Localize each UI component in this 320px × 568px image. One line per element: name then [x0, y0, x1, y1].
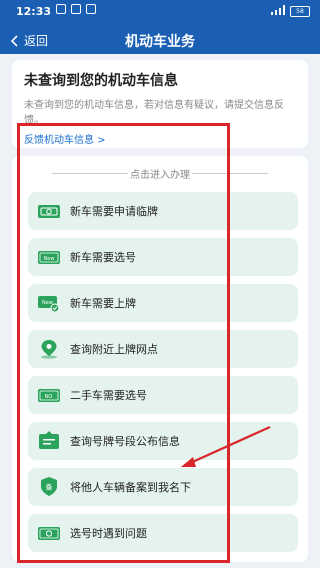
status-time: 12:33 [16, 5, 52, 18]
service-label: 将他人车辆备案到我名下 [70, 481, 191, 494]
service-label: 新车需要上牌 [70, 297, 136, 310]
svg-text:New: New [42, 300, 53, 306]
new-plate-check-icon: New [38, 296, 60, 313]
feedback-link[interactable]: 反馈机动车信息 > [24, 131, 106, 146]
service-label: 新车需要选号 [70, 251, 136, 264]
plate-number-icon: NO. [38, 389, 60, 402]
new-plate-icon: New [38, 251, 60, 264]
service-label: 新车需要申请临牌 [70, 205, 158, 218]
svg-text:New: New [44, 256, 55, 262]
temp-plate-icon [38, 205, 60, 218]
services-card: 点击进入办理 新车需要申请临牌 New 新车需要选号 New 新车需要上牌 查询… [12, 156, 308, 562]
service-item-transfer-record[interactable]: 备 将他人车辆备案到我名下 [28, 468, 298, 506]
info-heading: 未查询到您的机动车信息 [24, 73, 178, 89]
record-shield-icon: 备 [41, 477, 57, 496]
service-label: 二手车需要选号 [70, 389, 147, 402]
status-bar: 12:33 58 [0, 0, 320, 24]
notification-icon [86, 4, 96, 14]
signal-icon [271, 5, 285, 18]
service-item-plate-issue[interactable]: 选号时遇到问题 [28, 514, 298, 552]
battery-level: 58 [296, 8, 304, 15]
svg-text:备: 备 [46, 483, 53, 492]
service-item-new-plate-select[interactable]: New 新车需要选号 [28, 238, 298, 276]
section-title: 点击进入办理 [12, 166, 308, 181]
main-content: 未查询到您的机动车信息 未查询到您的机动车信息，若对信息有疑议，请提交信息反馈。… [0, 54, 320, 568]
info-body: 未查询到您的机动车信息，若对信息有疑议，请提交信息反馈。 [24, 100, 284, 126]
svg-text:NO.: NO. [44, 394, 53, 400]
notification-icons [56, 4, 96, 14]
service-label: 查询号牌号段公布信息 [70, 435, 180, 448]
nav-bar: 返回 机动车业务 [0, 28, 320, 54]
notification-icon [56, 4, 66, 14]
page-title: 机动车业务 [125, 34, 195, 50]
service-item-nearby-outlets[interactable]: 查询附近上牌网点 [28, 330, 298, 368]
service-label: 查询附近上牌网点 [70, 343, 158, 356]
service-label: 选号时遇到问题 [70, 527, 147, 540]
battery-icon: 58 [290, 6, 310, 17]
service-item-new-plate-register[interactable]: New 新车需要上牌 [28, 284, 298, 322]
help-plate-icon [38, 527, 60, 540]
status-right: 58 [271, 5, 310, 18]
service-item-plate-range-info[interactable]: 查询号牌号段公布信息 [28, 422, 298, 460]
location-pin-icon [41, 340, 57, 359]
top-bar: 12:33 58 返回 机动车业务 [0, 0, 320, 58]
notice-board-icon [39, 431, 59, 449]
service-item-temp-plate[interactable]: 新车需要申请临牌 [28, 192, 298, 230]
notification-icon [71, 4, 81, 14]
vehicle-info-card: 未查询到您的机动车信息 未查询到您的机动车信息，若对信息有疑议，请提交信息反馈。… [12, 60, 308, 148]
service-item-used-car-plate[interactable]: NO. 二手车需要选号 [28, 376, 298, 414]
